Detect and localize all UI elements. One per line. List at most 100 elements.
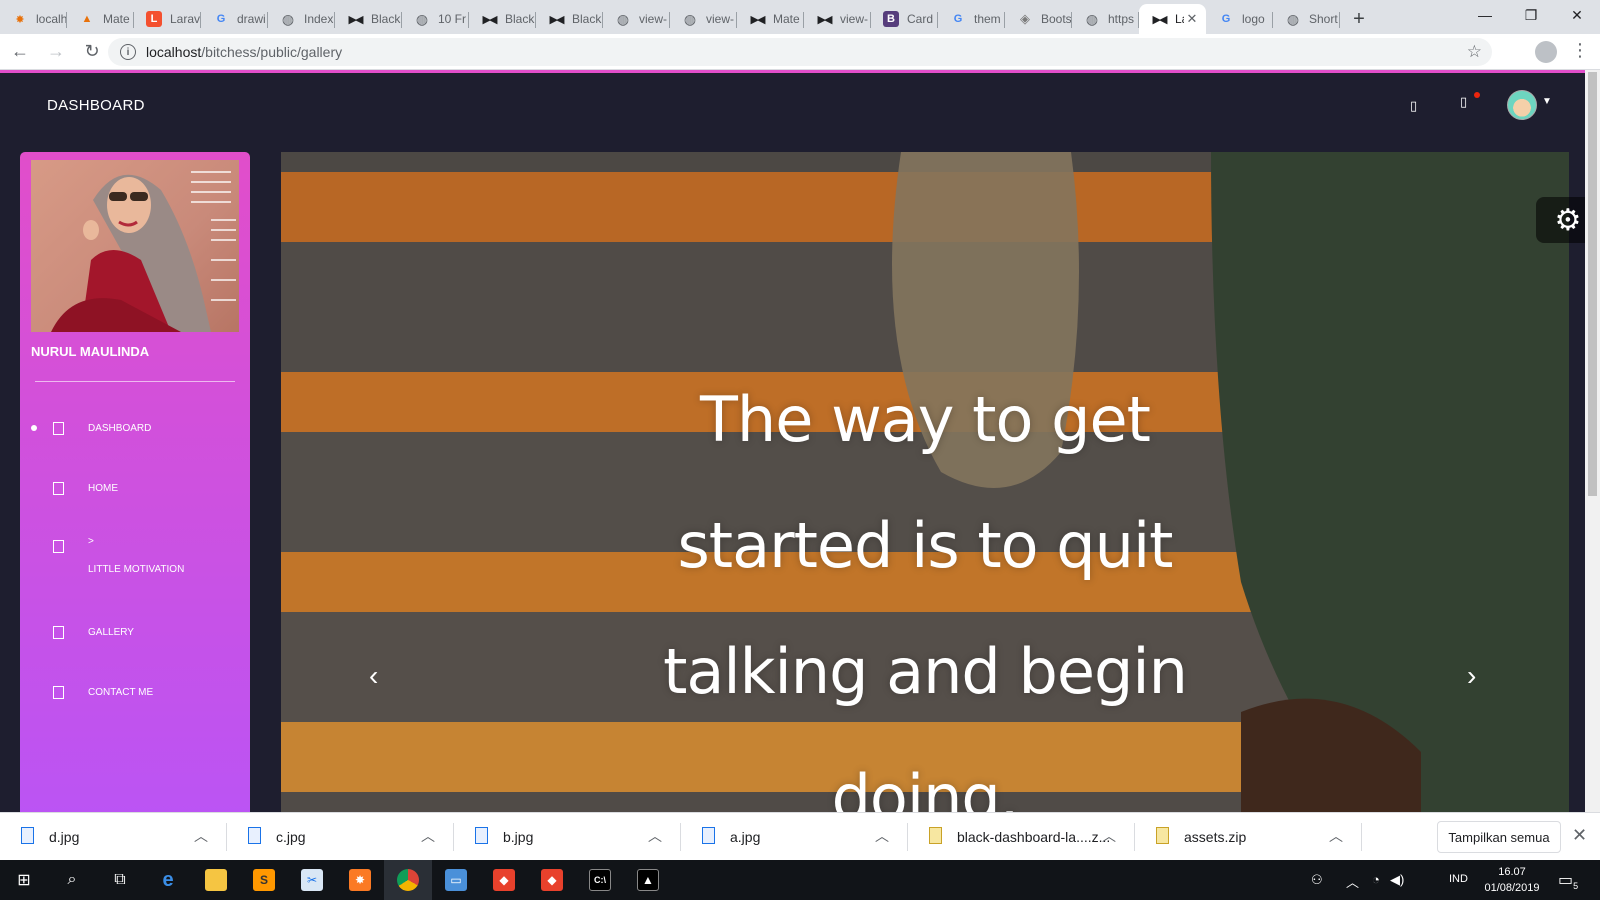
chevron-up-icon[interactable]: ︿ xyxy=(421,826,435,846)
browser-tab[interactable]: Gdrawi xyxy=(201,4,268,34)
quote-line: started is to quit xyxy=(677,509,1174,582)
chevron-up-icon[interactable]: ︿ xyxy=(1102,826,1116,846)
navbar-brand[interactable]: DASHBOARD xyxy=(47,97,145,114)
google-icon: G xyxy=(953,13,963,25)
avatar[interactable] xyxy=(1507,90,1537,120)
search-icon[interactable]: ▯ xyxy=(1410,98,1417,114)
laravel-icon: L xyxy=(146,11,162,27)
close-window-icon[interactable]: ✕ xyxy=(1554,0,1600,30)
notification-dot xyxy=(1474,92,1480,98)
bowtie-icon: ▶◀ xyxy=(1152,13,1168,26)
browser-tab[interactable]: ◍ 10 Fr xyxy=(402,4,469,34)
wifi-icon[interactable]: ◔ xyxy=(1372,872,1380,887)
browser-tab[interactable]: ▶◀ Black xyxy=(335,4,402,34)
download-item[interactable]: b.jpg ︿ xyxy=(454,813,681,861)
sublime-text-icon[interactable]: S xyxy=(240,860,288,900)
page-scrollbar[interactable] xyxy=(1585,70,1600,812)
chevron-up-icon[interactable]: ︿ xyxy=(875,826,889,846)
browser-profile-icon[interactable] xyxy=(1535,41,1557,63)
edge-browser-icon[interactable]: e xyxy=(144,860,192,900)
download-item[interactable]: d.jpg ︿ xyxy=(0,813,227,861)
volume-icon[interactable]: ◀) xyxy=(1390,872,1404,888)
sidebar-item-home[interactable]: HOME xyxy=(20,470,250,510)
browser-tab[interactable]: ◍ view- xyxy=(603,4,670,34)
browser-tab[interactable]: ✸ localh xyxy=(0,4,67,34)
restore-icon[interactable]: ❐ xyxy=(1508,0,1554,30)
bookmark-star-icon[interactable]: ☆ xyxy=(1467,42,1482,62)
chevron-up-icon[interactable]: ︿ xyxy=(1346,872,1359,891)
sidebar-item-dashboard[interactable]: DASHBOARD xyxy=(20,410,250,450)
info-icon[interactable]: i xyxy=(120,44,136,60)
chevron-up-icon[interactable]: ︿ xyxy=(648,826,662,846)
browser-tab[interactable]: Glogo xyxy=(1206,4,1273,34)
file-explorer-icon[interactable] xyxy=(192,860,240,900)
kebab-menu-icon[interactable]: ⋮ xyxy=(1570,40,1590,64)
git-gui-icon[interactable]: ◆ xyxy=(528,860,576,900)
show-all-downloads-button[interactable]: Tampilkan semua xyxy=(1437,821,1561,853)
snipping-tool-icon[interactable]: ✂ xyxy=(288,860,336,900)
globe-icon: ◍ xyxy=(1286,10,1300,27)
task-view-icon[interactable]: ⧉ xyxy=(96,860,144,900)
browser-tab[interactable]: ◍ Short xyxy=(1273,4,1340,34)
xampp-icon[interactable]: ✸ xyxy=(336,860,384,900)
browser-tab[interactable]: ▶◀ view- xyxy=(804,4,871,34)
browser-tab[interactable]: ▲ Mate xyxy=(67,4,134,34)
search-icon[interactable]: ⌕ xyxy=(48,860,96,900)
action-center-icon[interactable]: ▭5 xyxy=(1558,870,1578,891)
bowtie-icon: ▶◀ xyxy=(549,13,565,26)
browser-tab[interactable]: ◍ https xyxy=(1072,4,1139,34)
people-icon[interactable]: ⚇ xyxy=(1311,872,1323,888)
chevron-up-icon[interactable]: ︿ xyxy=(194,826,208,846)
terminal-icon[interactable]: C:\ xyxy=(576,860,624,900)
browser-tab[interactable]: ▶◀ Black xyxy=(469,4,536,34)
browser-tab[interactable]: B Card xyxy=(871,4,938,34)
address-bar[interactable]: i localhost/bitchess/public/gallery ☆ xyxy=(108,38,1492,66)
carousel-next-icon[interactable]: › xyxy=(1467,660,1476,692)
close-download-bar-icon[interactable]: ✕ xyxy=(1572,825,1587,846)
download-item[interactable]: assets.zip ︿ xyxy=(1135,813,1362,861)
laptop-app-icon[interactable]: ▭ xyxy=(432,860,480,900)
notifications-icon[interactable]: ▯ xyxy=(1460,94,1467,110)
download-item[interactable]: a.jpg ︿ xyxy=(681,813,908,861)
home-icon xyxy=(53,482,64,495)
profile-illustration xyxy=(51,171,236,332)
browser-tab-active[interactable]: ▶◀La✕ xyxy=(1139,4,1206,34)
input-language[interactable]: IND xyxy=(1449,873,1468,885)
photos-icon[interactable]: ▲ xyxy=(624,860,672,900)
reload-icon[interactable]: ↻ xyxy=(76,38,108,66)
clock-time: 16.07 xyxy=(1498,866,1526,878)
close-tab-icon[interactable]: ✕ xyxy=(1184,11,1200,27)
new-tab-button[interactable]: + xyxy=(1344,4,1374,34)
browser-tab[interactable]: Gthem xyxy=(938,4,1005,34)
minimize-icon[interactable]: — xyxy=(1462,0,1508,30)
browser-tab[interactable]: ▶◀ Black xyxy=(536,4,603,34)
caret-down-icon[interactable]: ▼ xyxy=(1542,96,1552,107)
sidebar-item-little-motivation[interactable]: > LITTLE MOTIVATION xyxy=(20,528,250,584)
notification-count: 5 xyxy=(1573,881,1579,892)
git-icon[interactable]: ◆ xyxy=(480,860,528,900)
sidebar-item-contact-me[interactable]: CONTACT ME xyxy=(20,674,250,714)
carousel-quote: The way to get started is to quit talkin… xyxy=(281,357,1569,812)
forward-arrow-icon[interactable]: → xyxy=(40,38,72,66)
sidebar-item-caret: > xyxy=(88,536,94,547)
windows-start-icon[interactable]: ⊞ xyxy=(0,860,48,900)
globe-icon: ◍ xyxy=(415,10,429,27)
sidebar-item-gallery[interactable]: GALLERY xyxy=(20,614,250,654)
image-file-icon xyxy=(702,827,715,844)
download-item[interactable]: c.jpg ︿ xyxy=(227,813,454,861)
chevron-up-icon[interactable]: ︿ xyxy=(1329,826,1343,846)
clock[interactable]: 16.07 01/08/2019 xyxy=(1481,864,1543,896)
browser-tab[interactable]: ◈ Boots xyxy=(1005,4,1072,34)
globe-icon: ◍ xyxy=(683,10,697,27)
chrome-icon[interactable] xyxy=(384,860,432,900)
gallery-carousel: The way to get started is to quit talkin… xyxy=(281,152,1569,812)
browser-tab[interactable]: L Larav xyxy=(134,4,201,34)
back-arrow-icon[interactable]: ← xyxy=(4,38,36,66)
profile-name[interactable]: NURUL MAULINDA xyxy=(31,344,149,359)
scrollbar-thumb[interactable] xyxy=(1588,72,1597,496)
carousel-prev-icon[interactable]: ‹ xyxy=(369,660,378,692)
browser-tab[interactable]: ▶◀ Mate xyxy=(737,4,804,34)
download-item[interactable]: black-dashboard-la....z... ︿ xyxy=(908,813,1135,861)
browser-tab[interactable]: ◍ Index xyxy=(268,4,335,34)
browser-tab[interactable]: ◍ view- xyxy=(670,4,737,34)
